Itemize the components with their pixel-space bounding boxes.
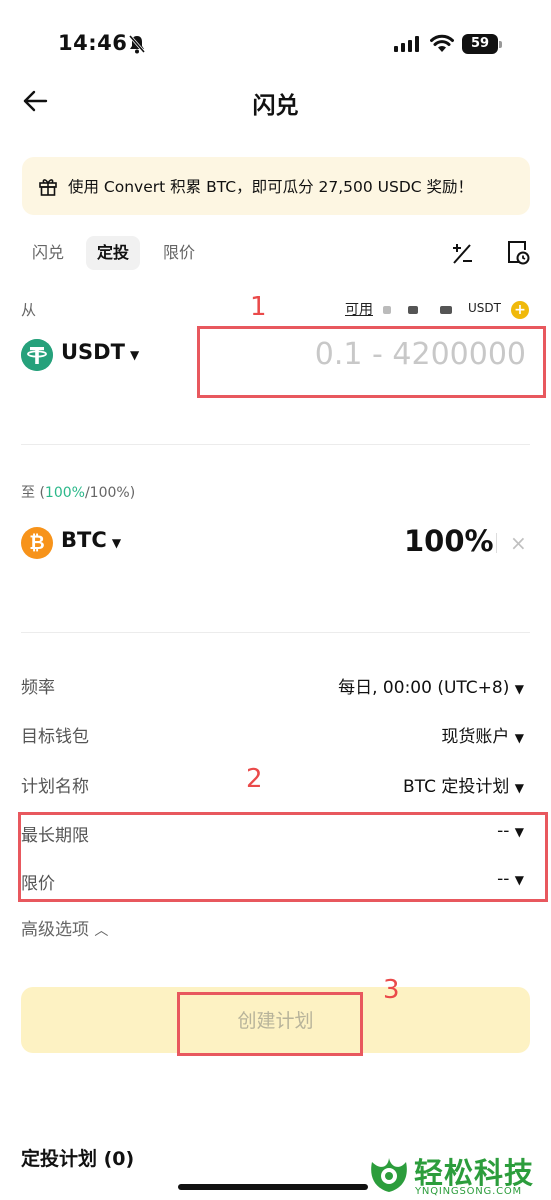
divider (21, 444, 530, 445)
watermark-url: YNQINGSONG.COM (415, 1186, 522, 1197)
annotation-box-1 (197, 326, 546, 398)
to-asset-label: BTC (61, 528, 107, 552)
available-unit: USDT (468, 301, 501, 315)
available-balance: 可用 (345, 299, 453, 319)
watermark-logo-icon (371, 1158, 407, 1192)
from-label: 从 (21, 301, 37, 319)
status-time: 14:46 (58, 31, 128, 55)
available-label: 可用 (345, 302, 373, 318)
to-label: 至 (100%/100%) (21, 485, 136, 501)
to-asset-selector[interactable]: BTC ▼ (61, 528, 121, 552)
from-asset-label: USDT (61, 340, 125, 364)
plan-name-select[interactable]: BTC 定投计划 ▼ (403, 772, 524, 797)
mute-bell-icon (128, 35, 146, 54)
annotation-box-2 (18, 812, 548, 902)
chevron-down-icon: ▼ (514, 682, 524, 696)
recurring-plans-title: 定投计划 (0) (21, 1148, 135, 1170)
advanced-options-toggle[interactable]: 高级选项 ︿ (21, 915, 108, 940)
page-title: 闪兑 (252, 93, 299, 119)
cellular-signal-icon (394, 36, 419, 52)
frequency-select[interactable]: 每日, 00:00 (UTC+8) ▼ (338, 673, 524, 698)
separator (496, 533, 497, 553)
from-asset-selector[interactable]: USDT ▼ (61, 340, 139, 364)
battery-level: 59 (462, 34, 498, 54)
add-funds-plus-icon[interactable]: + (511, 301, 529, 319)
divider (21, 632, 530, 633)
gift-icon (39, 179, 57, 196)
promo-text: 使用 Convert 积累 BTC，即可瓜分 27,500 USDC 奖励！ (68, 178, 474, 196)
chevron-down-icon: ▼ (514, 781, 524, 795)
target-wallet-select[interactable]: 现货账户 ▼ (441, 722, 524, 747)
annotation-number-2: 2 (246, 764, 263, 794)
tab-limit[interactable]: 限价 (152, 236, 206, 270)
annotation-number-1: 1 (250, 292, 267, 322)
btc-coin-icon: ₿ (21, 527, 53, 559)
home-indicator[interactable] (178, 1184, 368, 1190)
chevron-down-icon: ▼ (111, 536, 122, 550)
usdt-coin-icon (21, 339, 53, 371)
wifi-icon (430, 34, 454, 52)
plus-minus-icon[interactable] (450, 242, 474, 266)
order-history-icon[interactable] (506, 240, 530, 266)
plan-name-label: 计划名称 (21, 777, 89, 797)
annotation-box-3 (177, 992, 363, 1056)
chevron-down-icon: ▼ (514, 731, 524, 745)
tab-recurring[interactable]: 定投 (86, 236, 141, 270)
annotation-number-3: 3 (383, 975, 400, 1005)
allocation-percent[interactable]: 100% (404, 524, 494, 558)
target-wallet-label: 目标钱包 (21, 727, 89, 747)
chevron-up-icon: ︿ (94, 923, 109, 939)
remove-asset-close-icon[interactable]: × (510, 531, 527, 555)
promo-banner[interactable]: 使用 Convert 积累 BTC，即可瓜分 27,500 USDC 奖励！ (22, 157, 530, 215)
battery-icon: 59 (462, 34, 502, 54)
frequency-label: 频率 (21, 678, 55, 698)
tab-flash-convert[interactable]: 闪兑 (21, 236, 75, 270)
chevron-down-icon: ▼ (130, 348, 140, 362)
